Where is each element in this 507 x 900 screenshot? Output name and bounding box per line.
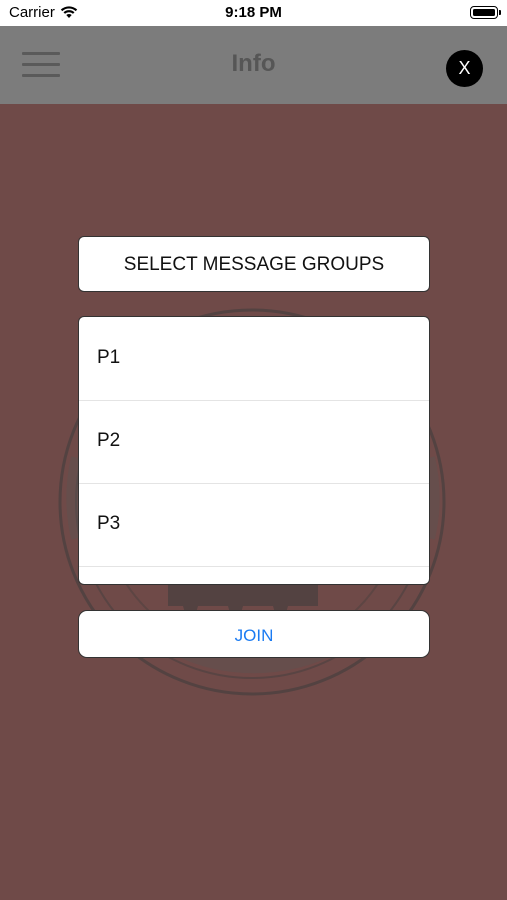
list-item[interactable] — [79, 566, 429, 584]
list-item-label: P3 — [97, 513, 121, 534]
message-groups-list[interactable]: P1 P2 P3 — [78, 316, 430, 585]
page-title: Info — [231, 50, 276, 77]
list-item[interactable]: P1 — [79, 317, 429, 401]
dialog-header: SELECT MESSAGE GROUPS — [78, 236, 430, 292]
list-item-label: P1 — [97, 347, 121, 368]
list-item[interactable]: P2 — [79, 400, 429, 484]
nav-bar: Info X — [0, 26, 507, 104]
join-label: JOIN — [234, 626, 274, 645]
list-item-label: P2 — [97, 430, 121, 451]
close-icon[interactable]: X — [446, 50, 483, 87]
status-bar: Carrier 9:18 PM — [0, 0, 507, 26]
clock: 9:18 PM — [225, 4, 282, 21]
dialog-title: SELECT MESSAGE GROUPS — [123, 254, 385, 275]
battery-icon — [470, 6, 501, 19]
join-button[interactable]: JOIN — [78, 610, 430, 658]
list-item[interactable]: P3 — [79, 483, 429, 567]
